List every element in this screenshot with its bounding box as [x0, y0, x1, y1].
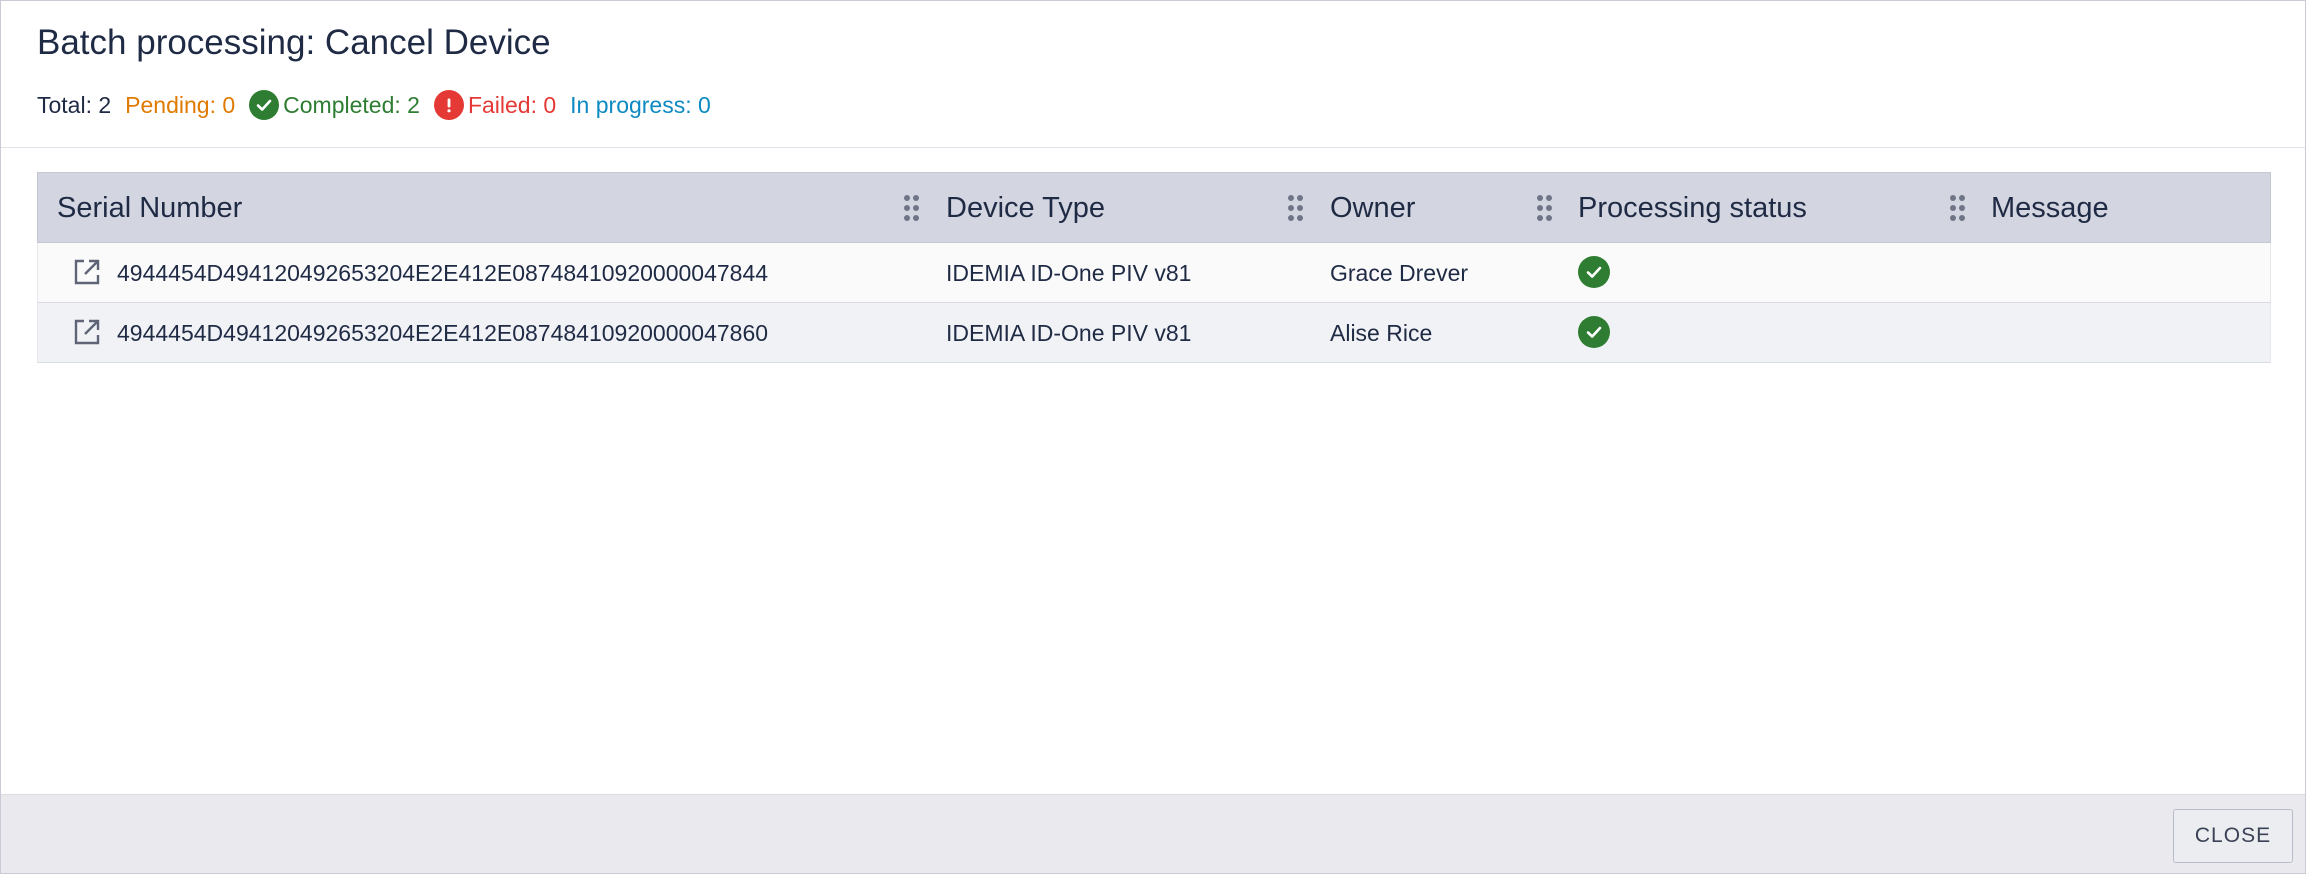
column-header-message[interactable]: Message — [1991, 173, 2109, 244]
check-circle-icon — [249, 90, 280, 120]
completed-count: Completed: 2 — [283, 91, 420, 118]
serial-number-cell: 4944454D494120492653204E2E412E0874841092… — [117, 259, 769, 286]
results-table: Serial Number Device Type Owner Processi… — [37, 172, 2271, 363]
error-circle-icon — [433, 90, 464, 120]
dialog-footer: CLOSE — [1, 794, 2305, 873]
failed-status: Failed: 0 — [433, 90, 557, 120]
drag-handle-icon[interactable] — [1950, 195, 1966, 221]
drag-handle-icon[interactable] — [904, 195, 920, 221]
check-circle-icon — [1578, 316, 1610, 348]
failed-count: Failed: 0 — [467, 91, 557, 118]
open-in-new-icon[interactable] — [72, 317, 102, 347]
dialog-header: Batch processing: Cancel Device Total: 2… — [1, 1, 2305, 148]
batch-processing-dialog: Batch processing: Cancel Device Total: 2… — [0, 0, 2306, 874]
close-button[interactable]: CLOSE — [2173, 809, 2293, 863]
device-type-cell: IDEMIA ID-One PIV v81 — [946, 259, 1192, 286]
check-circle-icon — [1578, 256, 1610, 288]
drag-handle-icon[interactable] — [1537, 195, 1553, 221]
dialog-title: Batch processing: Cancel Device — [37, 23, 551, 62]
column-header-owner[interactable]: Owner — [1330, 173, 1415, 244]
column-header-serial-number[interactable]: Serial Number — [57, 173, 242, 244]
total-count: Total: 2 — [37, 91, 112, 118]
open-in-new-icon[interactable] — [72, 257, 102, 287]
drag-handle-icon[interactable] — [1288, 195, 1304, 221]
column-header-device-type[interactable]: Device Type — [946, 173, 1105, 244]
status-summary: Total: 2 Pending: 0 Completed: 2 Failed:… — [37, 87, 725, 123]
pending-count: Pending: 0 — [125, 91, 236, 118]
table-header: Serial Number Device Type Owner Processi… — [37, 172, 2271, 243]
column-header-processing-status[interactable]: Processing status — [1578, 173, 1807, 244]
in-progress-count: In progress: 0 — [570, 91, 711, 118]
table-row[interactable]: 4944454D494120492653204E2E412E0874841092… — [37, 243, 2271, 303]
device-type-cell: IDEMIA ID-One PIV v81 — [946, 319, 1192, 346]
table-row[interactable]: 4944454D494120492653204E2E412E0874841092… — [37, 303, 2271, 363]
completed-status: Completed: 2 — [249, 90, 420, 120]
owner-cell: Grace Drever — [1330, 259, 1469, 286]
owner-cell: Alise Rice — [1330, 319, 1433, 346]
serial-number-cell: 4944454D494120492653204E2E412E0874841092… — [117, 319, 769, 346]
